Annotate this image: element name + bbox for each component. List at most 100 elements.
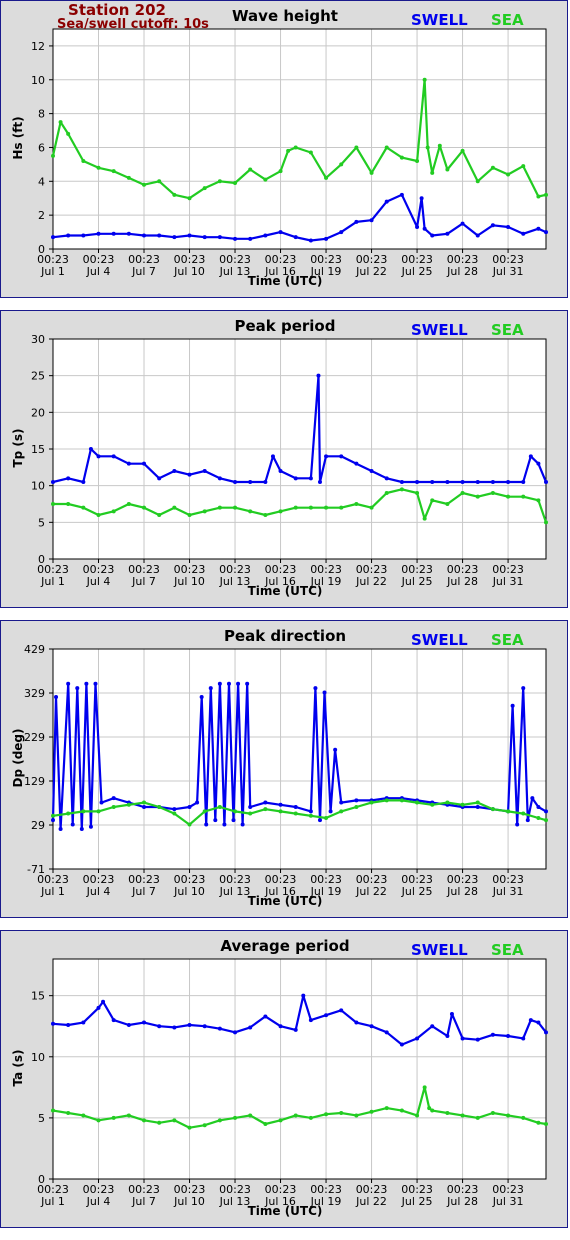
data-point-sea [66,811,71,816]
data-point-sea [536,1120,541,1125]
data-point-swell [506,225,511,229]
y-tick-label: 329 [24,687,45,700]
data-point-sea [278,809,283,814]
data-point-swell [84,681,89,686]
data-point-sea [399,155,404,160]
data-point-sea [536,194,541,199]
data-point-swell [528,454,533,459]
data-point-sea [111,169,116,174]
data-point-sea [157,804,162,809]
data-point-sea [81,159,86,163]
y-axis-label: Dp (deg) [11,728,25,788]
data-point-swell [278,802,283,807]
data-point-sea [51,153,55,158]
data-point-swell [333,747,338,752]
wave-height-panel: 0 2 4 6 8 10 12 00:23 Jul 1 00:23 Jul 4 00:23 Jul 70… [0,0,568,298]
data-point-swell [449,1012,454,1016]
data-point-sea [460,148,465,153]
data-point-swell [126,1023,131,1027]
data-point-swell [399,1042,404,1047]
data-point-swell [142,461,147,466]
data-point-sea [460,1113,465,1118]
data-point-swell [308,1018,313,1023]
data-point-swell [263,480,268,484]
data-point-swell [293,476,298,481]
data-point-swell [142,804,147,809]
y-tick-label: 25 [31,370,45,383]
data-point-swell [263,1014,268,1019]
data-point-swell [369,218,374,223]
data-point-swell [445,231,450,236]
data-point-swell [324,1013,329,1018]
data-point-sea [202,809,207,814]
data-point-swell [430,480,435,484]
data-point-sea [369,800,374,805]
y-tick-label: 229 [24,731,45,744]
data-point-swell [301,993,306,998]
data-point-swell [226,681,231,686]
data-point-swell [544,1030,548,1035]
data-point-sea [187,196,192,201]
data-point-swell [536,461,541,466]
y-tick-label: 12 [31,40,45,53]
data-point-swell [126,461,131,466]
data-point-sea [445,1111,450,1115]
data-point-sea [437,143,442,148]
data-point-swell [339,800,344,805]
data-point-sea [422,77,427,82]
data-point-swell [445,480,450,484]
data-point-sea [126,175,131,180]
legend-swell: SWELL [411,631,468,649]
data-point-sea [51,813,55,818]
data-point-sea [354,804,359,809]
data-point-sea [490,1111,495,1115]
data-point-swell [70,822,75,827]
data-point-sea [202,509,207,514]
data-point-sea [324,1112,329,1117]
data-point-sea [490,165,495,170]
data-point-sea [217,1118,222,1123]
data-point-sea [293,1113,298,1118]
y-tick-label: 20 [31,406,45,419]
data-point-swell [339,454,344,459]
data-point-swell [204,822,209,827]
data-point-swell [521,1036,526,1041]
data-point-sea [126,502,131,506]
data-point-swell [317,818,322,823]
data-point-sea [96,165,101,170]
data-point-swell [66,476,71,481]
data-point-swell [384,1030,389,1035]
data-point-swell [536,804,541,809]
data-point-sea [506,494,511,499]
data-point-sea [521,811,526,816]
data-point-sea [506,1113,511,1118]
data-point-swell [248,1025,253,1030]
data-point-sea [324,175,329,180]
data-point-sea [399,487,404,492]
data-point-sea [157,179,162,184]
data-point-sea [339,809,344,814]
data-point-sea [415,159,420,163]
data-point-sea [430,802,435,807]
data-point-sea [475,179,480,184]
data-point-swell [293,804,298,809]
data-point-sea [308,1115,313,1120]
data-point-sea [384,798,389,803]
data-point-sea [354,502,359,506]
data-point-swell [202,1024,207,1029]
data-point-sea [475,494,480,499]
data-point-sea [490,807,495,812]
data-point-sea [415,800,420,805]
data-point-sea [475,800,480,805]
data-point-sea [369,1109,374,1114]
data-point-sea [248,811,253,816]
data-point-swell [157,1024,162,1029]
data-point-swell [308,809,313,814]
data-point-swell [544,230,548,235]
data-point-swell [93,681,98,686]
legend-swell: SWELL [411,321,468,339]
y-tick-label: 129 [24,775,45,788]
legend-sea: SEA [491,941,524,959]
data-point-sea [142,1118,147,1123]
data-point-swell [213,818,218,823]
